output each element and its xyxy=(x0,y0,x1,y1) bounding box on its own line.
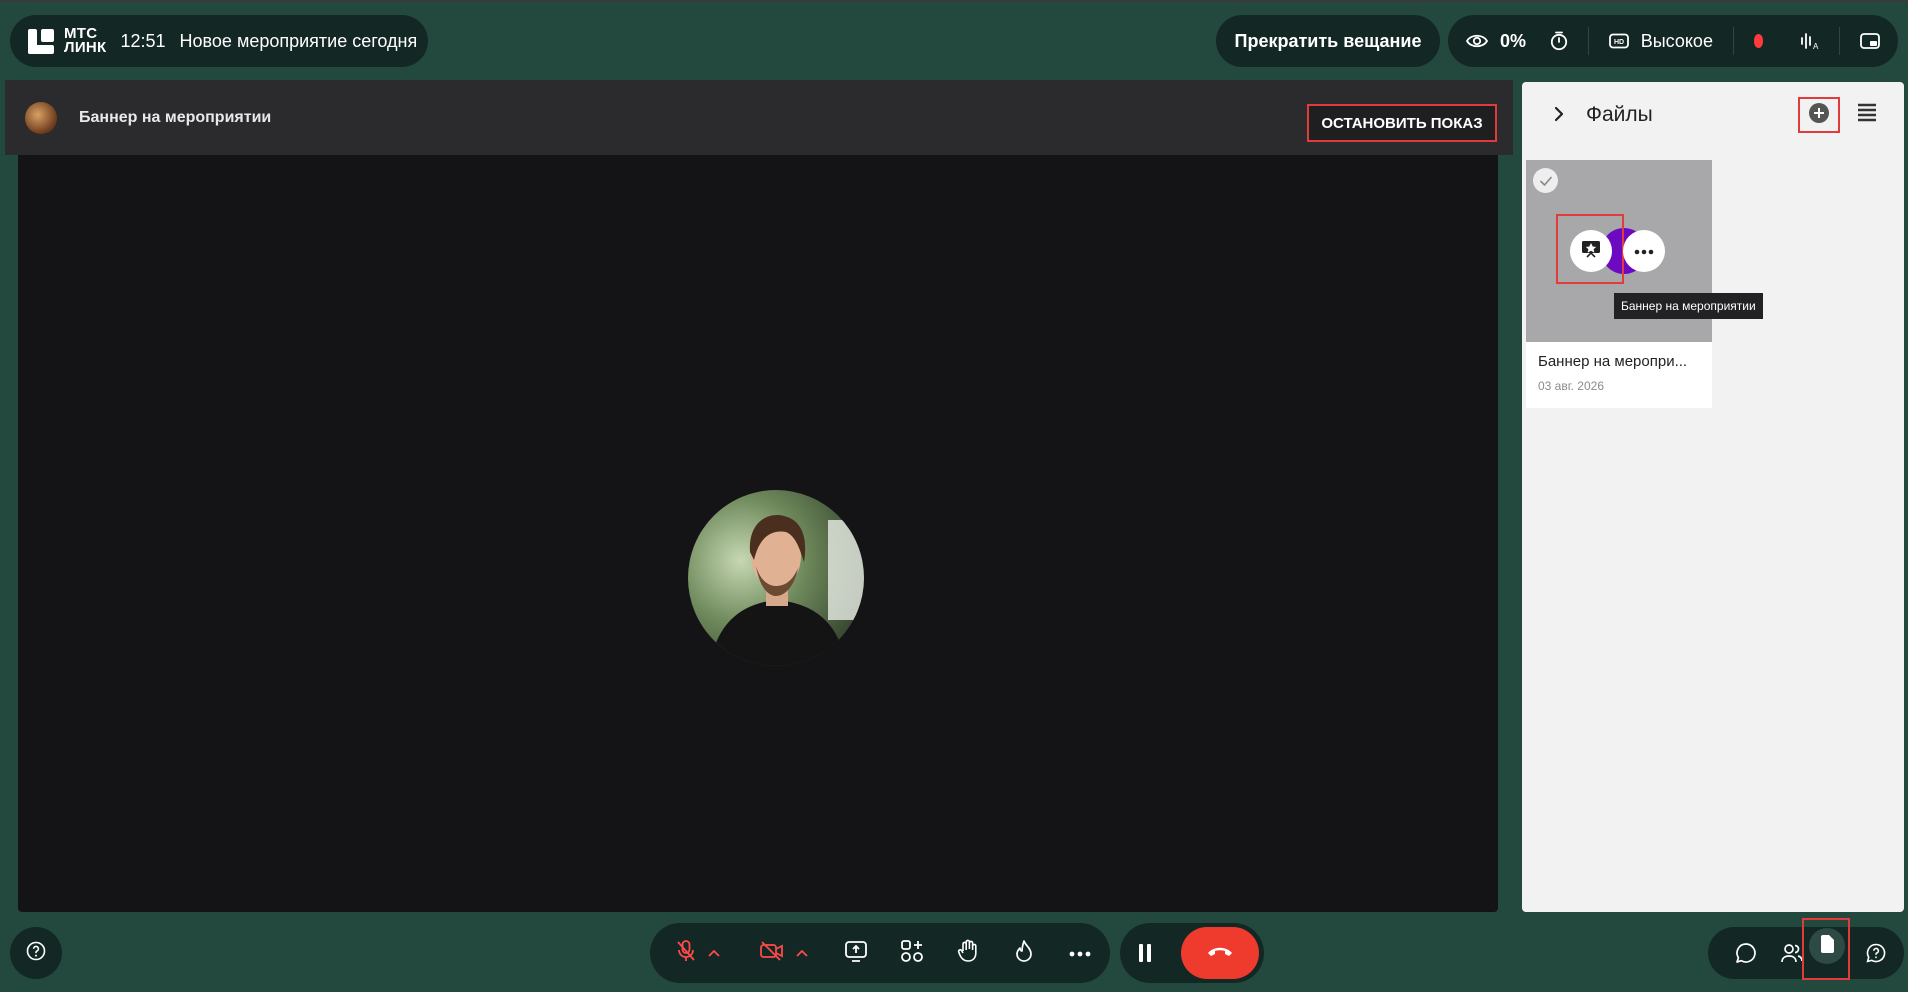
sound-icon[interactable]: A xyxy=(1799,32,1819,50)
viewers-stat[interactable]: 0% xyxy=(1466,31,1526,52)
reaction-button[interactable] xyxy=(1008,937,1040,969)
file-date: 03 авг. 2026 xyxy=(1538,379,1605,393)
quality-label: Высокое xyxy=(1640,30,1713,51)
logo-line-2: ЛИНК xyxy=(64,39,107,56)
clock: 12:51 xyxy=(120,30,166,51)
raise-hand-icon xyxy=(957,939,979,968)
raise-hand-button[interactable] xyxy=(952,937,984,969)
logo-text: МТС ЛИНК xyxy=(64,26,107,56)
files-panel-title: Файлы xyxy=(1586,103,1653,126)
viewers-percent: 0% xyxy=(1500,30,1527,51)
timer-icon[interactable] xyxy=(1550,31,1568,51)
chat-icon[interactable] xyxy=(1732,939,1760,967)
files-panel-header: Файлы xyxy=(1522,82,1904,150)
presentation-banner-bar: Баннер на мероприятии ОСТАНОВИТЬ ПОКАЗ xyxy=(5,80,1513,155)
hangup-icon xyxy=(1206,944,1234,963)
mts-link-logo-icon xyxy=(26,26,56,56)
hd-icon: HD xyxy=(1608,33,1629,49)
files-panel: Файлы Баннер на меропри... 03 авг. 2026 … xyxy=(1522,82,1904,912)
event-title: Новое мероприятие сегодня xyxy=(179,30,418,51)
mic-toggle-button[interactable] xyxy=(670,937,702,969)
record-dot-icon[interactable] xyxy=(1753,34,1764,48)
svg-text:HD: HD xyxy=(1614,39,1624,46)
file-name: Баннер на меропри... xyxy=(1538,353,1688,370)
add-file-icon xyxy=(1808,102,1830,129)
chevron-right-icon[interactable] xyxy=(1552,104,1566,129)
pause-icon[interactable] xyxy=(1136,941,1154,970)
svg-text:A: A xyxy=(1813,42,1819,50)
quality-selector[interactable]: HD Высокое xyxy=(1608,30,1713,52)
more-options-icon xyxy=(1069,944,1091,962)
file-more-button[interactable] xyxy=(1623,230,1665,272)
divider xyxy=(1588,27,1589,55)
files-toggle-button[interactable] xyxy=(1809,928,1845,964)
mic-options-caret-icon[interactable] xyxy=(708,945,720,963)
event-header: МТС ЛИНК 12:51 Новое мероприятие сегодня xyxy=(10,15,428,67)
hangup-button[interactable] xyxy=(1181,927,1259,979)
present-highlight xyxy=(1556,214,1624,284)
file-card[interactable]: Баннер на меропри... 03 авг. 2026 xyxy=(1526,160,1712,408)
help-icon[interactable] xyxy=(1862,939,1890,967)
check-icon[interactable] xyxy=(1533,168,1558,193)
broadcast-stats-bar: 0% HD Высокое A xyxy=(1448,15,1898,67)
help-button[interactable] xyxy=(10,927,62,979)
camera-options-caret-icon[interactable] xyxy=(796,945,808,963)
stop-broadcast-button[interactable]: Прекратить вещание xyxy=(1216,15,1440,67)
file-tooltip: Баннер на мероприятии xyxy=(1614,293,1763,319)
side-panel-toggles xyxy=(1708,918,1904,980)
mic-off-icon xyxy=(675,939,697,968)
speaker-avatar xyxy=(688,490,864,666)
divider xyxy=(1732,27,1734,55)
picture-in-picture-icon[interactable] xyxy=(1860,32,1880,50)
window-top-edge xyxy=(0,0,1908,2)
files-icon xyxy=(1819,934,1835,959)
more-options-button[interactable] xyxy=(1064,937,1096,969)
add-file-button[interactable] xyxy=(1798,97,1840,133)
reaction-icon xyxy=(1014,939,1034,968)
video-stage xyxy=(18,80,1498,912)
stop-show-button[interactable]: ОСТАНОВИТЬ ПОКАЗ xyxy=(1307,104,1497,142)
share-screen-button[interactable] xyxy=(840,937,872,969)
add-app-button[interactable] xyxy=(896,937,928,969)
banner-title: Баннер на мероприятии xyxy=(79,108,272,126)
list-view-icon[interactable] xyxy=(1856,102,1878,127)
share-screen-icon xyxy=(844,940,868,967)
call-controls xyxy=(1120,923,1264,983)
help-icon xyxy=(26,941,46,966)
more-icon xyxy=(1634,242,1654,260)
camera-off-icon xyxy=(759,940,785,967)
eye-icon xyxy=(1466,33,1488,49)
divider xyxy=(1839,27,1840,55)
camera-toggle-button[interactable] xyxy=(756,937,788,969)
media-controls xyxy=(650,923,1110,983)
add-app-icon xyxy=(900,939,924,968)
banner-thumbnail xyxy=(25,101,57,134)
